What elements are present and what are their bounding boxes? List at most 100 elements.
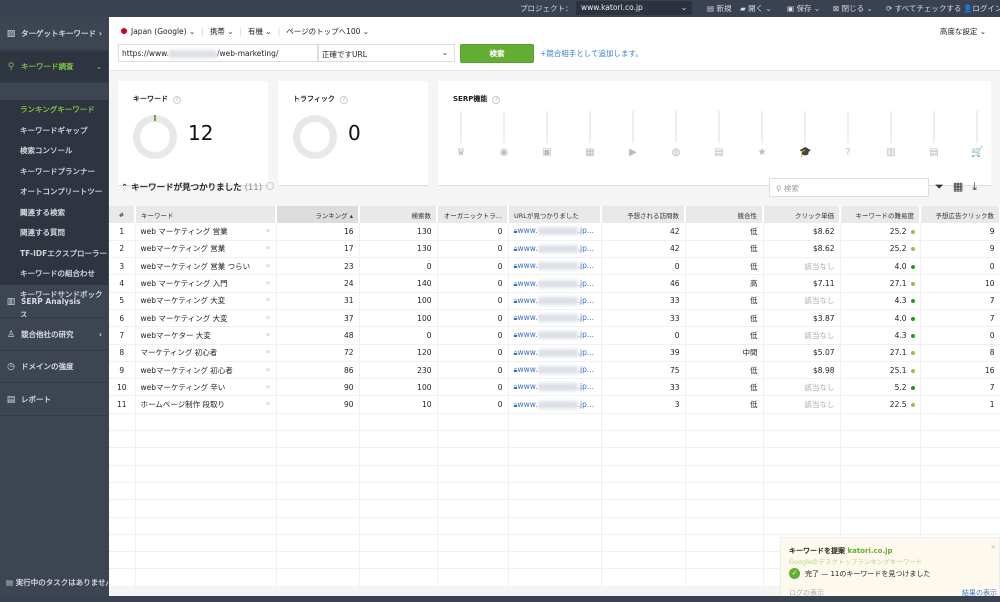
- news-icon[interactable]: ◍: [670, 147, 682, 158]
- keyword-cell[interactable]: web マーケティング 入門 »: [135, 274, 277, 293]
- keyword-cell[interactable]: webマーケティング 初心者 »: [135, 361, 277, 380]
- sidebar-item-target-keywords[interactable]: ▨ ターゲットキーワード ›: [0, 18, 108, 50]
- match-type-select[interactable]: 正確ですURL ⌄: [318, 44, 455, 62]
- add-competitor-link[interactable]: +競合相手として追加します。: [540, 48, 643, 59]
- table-row[interactable]: 10 webマーケティング 辛い» 90 100 0 🔒︎www. .jp... 33 低該当な…: [109, 378, 1000, 397]
- column-header[interactable]: クリック単価: [763, 206, 841, 223]
- column-header[interactable]: 予想される訪問数: [601, 206, 686, 223]
- close-button[interactable]: ⊠ 閉じる ⌄: [833, 3, 873, 14]
- keyword-cell[interactable]: web マーケティング 営業 »: [135, 223, 277, 241]
- columns-icon[interactable]: ▦: [953, 180, 963, 194]
- image-icon[interactable]: ▣: [541, 147, 553, 158]
- collapse-icon[interactable]: ⌃: [121, 183, 131, 193]
- table-row[interactable]: 11 ホームページ制作 段取り» 90 10 0 🔒︎www. .jp... 3 低該当なし 22…: [109, 395, 1000, 414]
- sidebar-subitem[interactable]: ランキングキーワード: [0, 100, 108, 121]
- keyword-cell[interactable]: webマーケティング 営業 つらい »: [135, 257, 277, 276]
- url-cell[interactable]: 🔒︎www. .jp...: [508, 309, 602, 328]
- sidebar-item-competitors[interactable]: ♙ 競合他社の研究 ›: [0, 319, 108, 351]
- depth-dropdown[interactable]: ページのトップへ100 ⌄: [286, 26, 369, 37]
- help-icon[interactable]: ?: [339, 96, 348, 104]
- table-row[interactable]: 3 webマーケティング 営業 つらい» 23 0 0 🔒︎www. .jp... 0 低該当な…: [109, 257, 1000, 276]
- expand-icon[interactable]: »: [266, 399, 271, 408]
- question-icon[interactable]: ?: [842, 147, 854, 158]
- project-select[interactable]: www.katori.co.jp ⌄: [576, 1, 692, 15]
- url-cell[interactable]: 🔒︎www. .jp...: [508, 395, 602, 414]
- table-row[interactable]: 8 マーケティング 初心者» 72 120 0 🔒︎www. .jp... 39 中間 $5.07…: [109, 344, 1000, 362]
- keyword-cell[interactable]: webマーケティング 辛い »: [135, 378, 277, 397]
- column-header[interactable]: キーワード: [135, 206, 277, 223]
- url-cell[interactable]: 🔒︎www. .jp...: [508, 344, 602, 362]
- sidebar-subitem[interactable]: TF-IDFエクスプローラー: [0, 244, 108, 265]
- expand-icon[interactable]: »: [266, 295, 271, 304]
- expand-icon[interactable]: »: [266, 313, 271, 322]
- table-search-input[interactable]: ⚲ 検索: [769, 178, 929, 197]
- url-cell[interactable]: 🔒︎www. .jp...: [508, 361, 602, 380]
- url-cell[interactable]: 🔒︎www. .jp...: [508, 240, 602, 259]
- sidebar-item-domain-strength[interactable]: ◷ ドメインの強度: [0, 351, 108, 383]
- close-icon[interactable]: ×: [990, 543, 996, 551]
- save-button[interactable]: ▣ 保存 ⌄: [787, 3, 820, 14]
- column-header[interactable]: #: [109, 206, 136, 223]
- help-icon[interactable]: ?: [173, 96, 181, 104]
- keyword-cell[interactable]: web マーケティング 大変 »: [135, 309, 277, 328]
- keyword-cell[interactable]: ホームページ制作 段取り »: [135, 395, 277, 414]
- advanced-settings[interactable]: 高度な設定 ⌄: [940, 26, 986, 37]
- column-header[interactable]: オーガニックトラ...: [437, 206, 509, 223]
- check-all-button[interactable]: ⟳ すべてチェックする: [886, 3, 961, 14]
- expand-icon[interactable]: »: [266, 243, 271, 252]
- pin-icon[interactable]: ◉: [498, 147, 510, 158]
- column-header[interactable]: キーワードの難易度: [840, 206, 921, 223]
- cart-icon[interactable]: 🛒: [971, 147, 983, 158]
- table-row[interactable]: 5 webマーケティング 大変» 31 100 0 🔒︎www. .jp... 33 低該当なし…: [109, 292, 1000, 310]
- sidebar-subitem[interactable]: キーワードギャップ: [0, 121, 108, 142]
- table-row[interactable]: 4 web マーケティング 入門» 24 140 0 🔒︎www. .jp... 46 高 $7.…: [109, 274, 1000, 293]
- url-cell[interactable]: 🔒︎www. .jp...: [508, 292, 602, 310]
- crown-icon[interactable]: ♛: [455, 147, 467, 158]
- table-row[interactable]: 9 webマーケティング 初心者» 86 230 0 🔒︎www. .jp... 75 低 $8.…: [109, 361, 1000, 380]
- expand-icon[interactable]: »: [266, 347, 271, 356]
- sidebar-subitem[interactable]: オートコンプリートツール: [0, 182, 108, 217]
- keywords-found-heading[interactable]: ⌃ キーワードが見つかりました (11): [121, 181, 275, 193]
- search-button[interactable]: 検索: [460, 44, 534, 63]
- layout-icon[interactable]: ▦: [584, 147, 596, 158]
- expand-icon[interactable]: »: [266, 261, 271, 270]
- knowledge-icon[interactable]: ▥: [885, 147, 897, 158]
- type-dropdown[interactable]: 有機 ⌄: [248, 26, 272, 37]
- url-cell[interactable]: 🔒︎www. .jp...: [508, 326, 602, 345]
- help-icon[interactable]: ?: [492, 96, 501, 104]
- expand-icon[interactable]: »: [266, 365, 271, 374]
- snippet-icon[interactable]: ▤: [713, 147, 725, 158]
- url-cell[interactable]: 🔒︎www. .jp...: [508, 257, 602, 276]
- help-icon[interactable]: [266, 182, 275, 190]
- column-header[interactable]: 競合性: [685, 206, 764, 223]
- column-header[interactable]: 検索数: [359, 206, 438, 223]
- url-cell[interactable]: 🔒︎www. .jp...: [508, 223, 602, 241]
- table-row[interactable]: 6 web マーケティング 大変» 37 100 0 🔒︎www. .jp... 33 低 $3.…: [109, 309, 1000, 328]
- keyword-cell[interactable]: webマーケティング 大変 »: [135, 292, 277, 310]
- table-row[interactable]: 2 webマーケティング 営業» 17 130 0 🔒︎www. .jp... 42 低 $8.6…: [109, 240, 1000, 259]
- sidebar-subitem[interactable]: キーワードの組合わせ: [0, 264, 108, 285]
- url-cell[interactable]: 🔒︎www. .jp...: [508, 274, 602, 293]
- sidebar-item-keyword-research[interactable]: ⚲ キーワード調査 ⌄: [0, 51, 108, 83]
- sidebar-item-reports[interactable]: ▤ レポート: [0, 384, 108, 416]
- expand-icon[interactable]: »: [266, 226, 271, 235]
- table-row[interactable]: 1 web マーケティング 営業» 16 130 0 🔒︎www. .jp... 42 低 $8.…: [109, 223, 1000, 241]
- column-header[interactable]: 予想広告クリック数: [920, 206, 1000, 223]
- table-row[interactable]: 7 webマーケター 大変» 48 0 0 🔒︎www. .jp... 0 低該当なし 4.3 0: [109, 326, 1000, 345]
- engine-dropdown[interactable]: Japan (Google) ⌄: [121, 27, 195, 36]
- url-input[interactable]: https://www. /web-marketing/: [118, 44, 318, 62]
- sidebar-subitem[interactable]: 検索コンソール: [0, 141, 108, 162]
- open-button[interactable]: ▰ 開く ⌄: [740, 3, 772, 14]
- expand-icon[interactable]: »: [266, 330, 271, 339]
- task-status[interactable]: ▤ 実行中のタスクはありません: [6, 577, 108, 588]
- academic-icon[interactable]: 🎓: [799, 147, 811, 158]
- ads-icon[interactable]: ▤: [928, 147, 940, 158]
- sidebar-subitem[interactable]: キーワードプランナー: [0, 162, 108, 183]
- keyword-cell[interactable]: webマーケター 大変 »: [135, 326, 277, 345]
- sidebar-item-serp-analysis[interactable]: ▥ SERP Analysis: [0, 286, 108, 318]
- sidebar-subitem[interactable]: 関連する検索: [0, 203, 108, 224]
- keyword-cell[interactable]: webマーケティング 営業 »: [135, 240, 277, 259]
- sidebar-subitem[interactable]: 関連する質問: [0, 223, 108, 244]
- device-dropdown[interactable]: 携帯 ⌄: [210, 26, 234, 37]
- expand-icon[interactable]: »: [266, 382, 271, 391]
